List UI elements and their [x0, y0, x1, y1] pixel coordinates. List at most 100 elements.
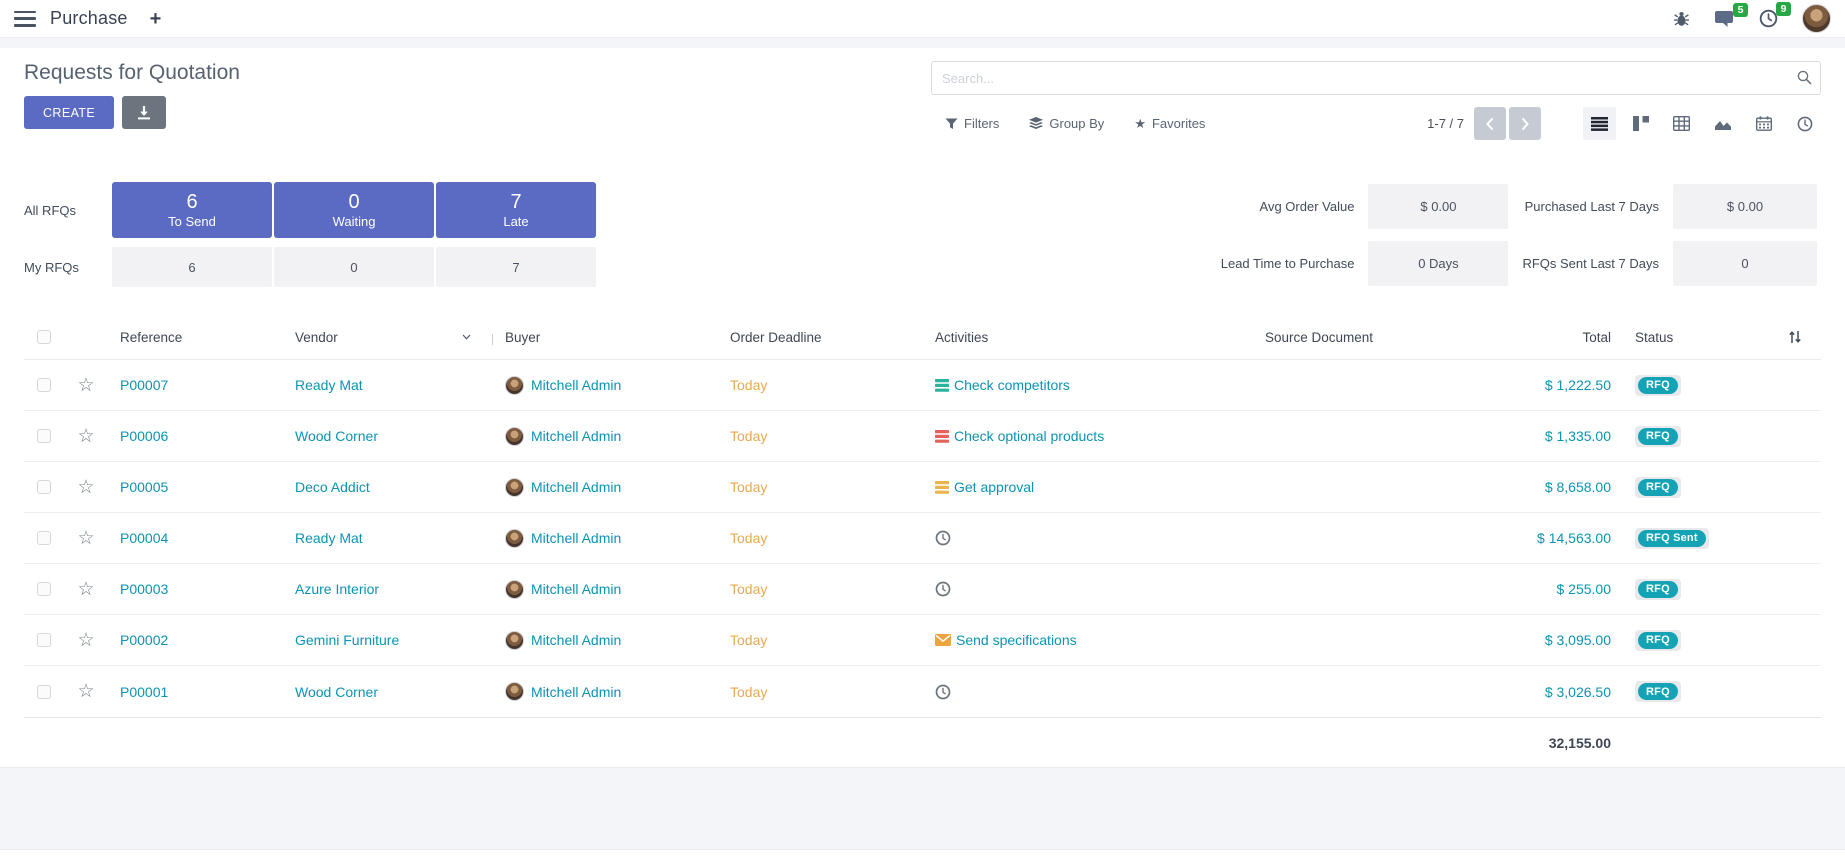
- buyer-link[interactable]: Mitchell Admin: [531, 428, 621, 444]
- header-source-document[interactable]: Source Document: [1253, 330, 1503, 345]
- row-star-toggle[interactable]: ☆: [77, 478, 94, 497]
- tile-waiting[interactable]: 0 Waiting: [274, 182, 434, 238]
- row-checkbox[interactable]: [37, 582, 51, 596]
- row-star-toggle[interactable]: ☆: [77, 529, 94, 548]
- row-star-toggle[interactable]: ☆: [77, 580, 94, 599]
- vendor-link[interactable]: Wood Corner: [295, 684, 378, 700]
- row-checkbox[interactable]: [37, 685, 51, 699]
- header-vendor[interactable]: Vendor: [283, 330, 493, 345]
- buyer-link[interactable]: Mitchell Admin: [531, 479, 621, 495]
- adjust-columns-icon[interactable]: [1787, 329, 1803, 345]
- reference-link[interactable]: P00005: [120, 479, 168, 495]
- header-buyer[interactable]: Buyer: [493, 330, 718, 345]
- envelope-icon[interactable]: [935, 634, 951, 646]
- clock-icon[interactable]: [935, 581, 951, 597]
- activity-label[interactable]: Get approval: [954, 479, 1034, 495]
- my-to-send-tile[interactable]: 6: [112, 247, 272, 287]
- buyer-link[interactable]: Mitchell Admin: [531, 684, 621, 700]
- table-row[interactable]: ☆ P00005 Deco Addict Mitchell Admin Toda…: [24, 462, 1821, 513]
- clock-icon[interactable]: [935, 684, 951, 700]
- tasks-list-icon[interactable]: [935, 430, 949, 443]
- debug-bug-icon[interactable]: [1673, 10, 1690, 27]
- header-activities[interactable]: Activities: [923, 330, 1253, 345]
- clock-icon[interactable]: [935, 530, 951, 546]
- header-order-deadline[interactable]: Order Deadline: [718, 330, 923, 345]
- waiting-count: 0: [348, 191, 359, 214]
- buyer-link[interactable]: Mitchell Admin: [531, 530, 621, 546]
- tile-to-send[interactable]: 6 To Send: [112, 182, 272, 238]
- vendor-link[interactable]: Azure Interior: [295, 581, 379, 597]
- view-graph-button[interactable]: [1706, 107, 1739, 140]
- user-avatar[interactable]: [1802, 4, 1831, 33]
- row-checkbox[interactable]: [37, 633, 51, 647]
- row-checkbox[interactable]: [37, 429, 51, 443]
- tasks-list-icon[interactable]: [935, 481, 949, 494]
- group-by-button[interactable]: Group By: [1029, 116, 1104, 131]
- row-checkbox[interactable]: [37, 531, 51, 545]
- reference-link[interactable]: P00001: [120, 684, 168, 700]
- new-tab-button[interactable]: +: [150, 9, 162, 29]
- activities-clock-icon[interactable]: 9: [1759, 9, 1778, 28]
- row-star-toggle[interactable]: ☆: [77, 682, 94, 701]
- messages-icon[interactable]: 5: [1714, 10, 1735, 28]
- buyer-link[interactable]: Mitchell Admin: [531, 581, 621, 597]
- table-row[interactable]: ☆ P00004 Ready Mat Mitchell Admin Today …: [24, 513, 1821, 564]
- status-badge: RFQ: [1635, 477, 1681, 498]
- row-checkbox[interactable]: [37, 480, 51, 494]
- buyer-avatar: [505, 631, 524, 650]
- create-button[interactable]: CREATE: [24, 96, 114, 129]
- pager-previous-button[interactable]: [1474, 107, 1506, 140]
- table-row[interactable]: ☆ P00002 Gemini Furniture Mitchell Admin…: [24, 615, 1821, 666]
- vendor-link[interactable]: Deco Addict: [295, 479, 370, 495]
- reference-link[interactable]: P00002: [120, 632, 168, 648]
- reference-link[interactable]: P00004: [120, 530, 168, 546]
- total-amount: $ 255.00: [1557, 581, 1612, 597]
- vendor-link[interactable]: Ready Mat: [295, 530, 363, 546]
- row-star-toggle[interactable]: ☆: [77, 376, 94, 395]
- table-row[interactable]: ☆ P00001 Wood Corner Mitchell Admin Toda…: [24, 666, 1821, 717]
- view-list-button[interactable]: [1583, 107, 1616, 140]
- tile-late[interactable]: 7 Late: [436, 182, 596, 238]
- row-star-toggle[interactable]: ☆: [77, 427, 94, 446]
- vendor-link[interactable]: Ready Mat: [295, 377, 363, 393]
- table-row[interactable]: ☆ P00007 Ready Mat Mitchell Admin Today …: [24, 360, 1821, 411]
- filters-button[interactable]: Filters: [945, 116, 999, 131]
- apps-menu-icon[interactable]: [14, 11, 36, 27]
- rfq-list: Reference Vendor Buyer Order Deadline Ac…: [0, 315, 1845, 768]
- favorites-button[interactable]: ★ Favorites: [1134, 116, 1205, 132]
- column-resize-handle[interactable]: [492, 334, 493, 345]
- header-total[interactable]: Total: [1503, 330, 1623, 345]
- reference-link[interactable]: P00006: [120, 428, 168, 444]
- table-row[interactable]: ☆ P00003 Azure Interior Mitchell Admin T…: [24, 564, 1821, 615]
- vendor-link[interactable]: Gemini Furniture: [295, 632, 399, 648]
- view-pivot-button[interactable]: [1665, 107, 1698, 140]
- row-star-toggle[interactable]: ☆: [77, 631, 94, 650]
- view-kanban-button[interactable]: [1624, 107, 1657, 140]
- vendor-link[interactable]: Wood Corner: [295, 428, 378, 444]
- search-icon[interactable]: [1797, 70, 1812, 90]
- view-activity-button[interactable]: [1788, 107, 1821, 140]
- header-status[interactable]: Status: [1623, 330, 1718, 345]
- chevron-right-icon: [1520, 118, 1530, 130]
- my-waiting-tile[interactable]: 0: [274, 247, 434, 287]
- header-reference[interactable]: Reference: [108, 330, 283, 345]
- table-row[interactable]: ☆ P00006 Wood Corner Mitchell Admin Toda…: [24, 411, 1821, 462]
- search-input[interactable]: [931, 61, 1821, 95]
- buyer-link[interactable]: Mitchell Admin: [531, 377, 621, 393]
- view-calendar-button[interactable]: [1747, 107, 1780, 140]
- activity-label[interactable]: Send specifications: [956, 632, 1077, 648]
- app-name[interactable]: Purchase: [50, 8, 128, 29]
- pager-next-button[interactable]: [1509, 107, 1541, 140]
- row-checkbox[interactable]: [37, 378, 51, 392]
- export-download-button[interactable]: [122, 96, 166, 129]
- my-late-tile[interactable]: 7: [436, 247, 596, 287]
- reference-link[interactable]: P00007: [120, 377, 168, 393]
- select-all-checkbox[interactable]: [37, 330, 51, 344]
- activity-label[interactable]: Check competitors: [954, 377, 1070, 393]
- buyer-link[interactable]: Mitchell Admin: [531, 632, 621, 648]
- filter-funnel-icon: [945, 118, 958, 130]
- reference-link[interactable]: P00003: [120, 581, 168, 597]
- purchase-dashboard: All RFQs 6 To Send 0 Waiting 7 Late My R…: [0, 152, 1845, 315]
- tasks-list-icon[interactable]: [935, 379, 949, 392]
- activity-label[interactable]: Check optional products: [954, 428, 1104, 444]
